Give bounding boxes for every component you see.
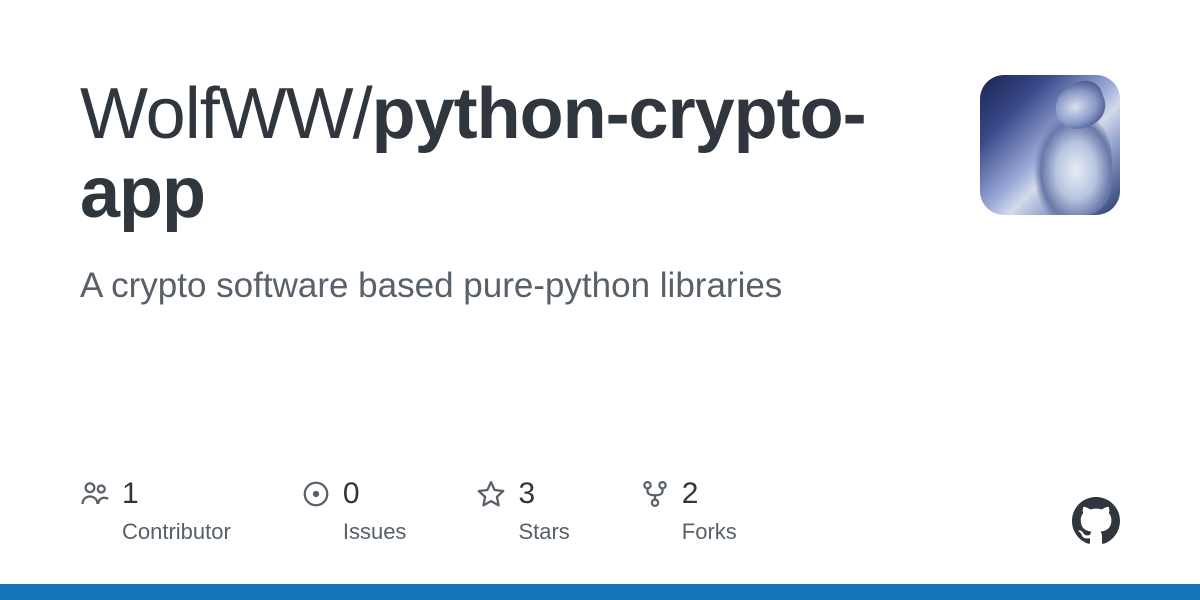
github-logo-icon[interactable] — [1072, 497, 1120, 545]
bottom-accent-bar — [0, 584, 1200, 600]
stars-count: 3 — [518, 477, 535, 511]
stat-stars[interactable]: 3 Stars — [476, 477, 569, 545]
contributors-label: Contributor — [122, 519, 231, 545]
repo-separator: / — [353, 74, 372, 154]
contributors-count: 1 — [122, 477, 139, 511]
avatar[interactable] — [980, 75, 1120, 215]
forks-label: Forks — [682, 519, 737, 545]
issues-label: Issues — [343, 519, 407, 545]
issue-icon — [301, 479, 331, 509]
repo-card-container: WolfWW/python-crypto-app A crypto softwa… — [0, 0, 1200, 310]
stats-row: 1 Contributor 0 Issues 3 Stars 2 Forks — [80, 477, 737, 545]
star-icon — [476, 479, 506, 509]
forks-count: 2 — [682, 477, 699, 511]
stars-label: Stars — [518, 519, 569, 545]
repo-title: WolfWW/python-crypto-app — [80, 75, 930, 233]
people-icon — [80, 479, 110, 509]
issues-count: 0 — [343, 477, 360, 511]
stat-forks[interactable]: 2 Forks — [640, 477, 737, 545]
stat-issues[interactable]: 0 Issues — [301, 477, 407, 545]
stat-contributors[interactable]: 1 Contributor — [80, 477, 231, 545]
fork-icon — [640, 479, 670, 509]
repo-description: A crypto software based pure-python libr… — [80, 261, 930, 310]
main-content: WolfWW/python-crypto-app A crypto softwa… — [80, 75, 930, 310]
repo-owner[interactable]: WolfWW — [80, 74, 353, 154]
